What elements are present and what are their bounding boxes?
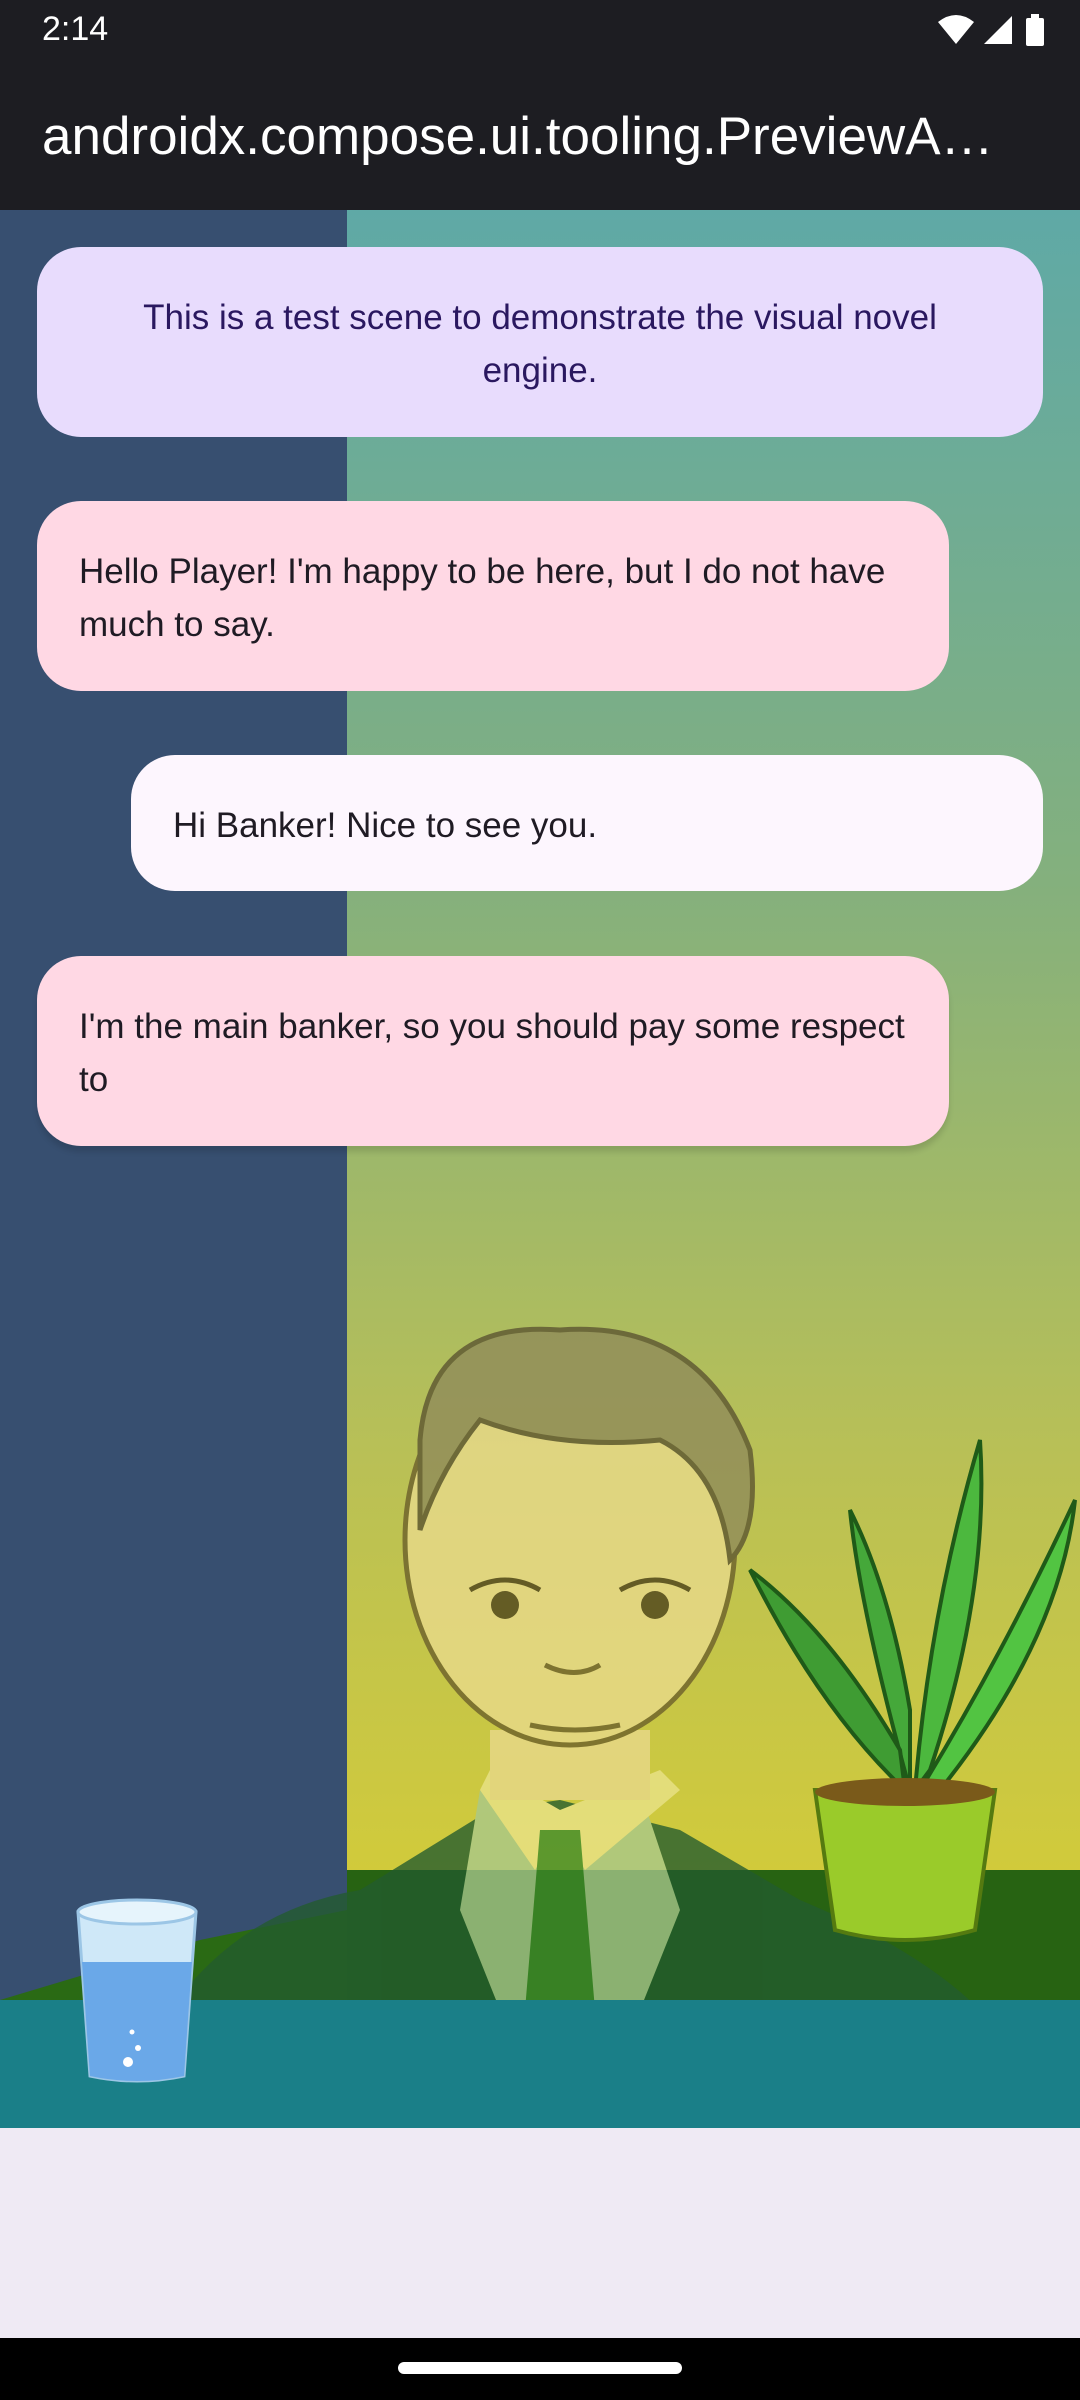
app-title: androidx.compose.ui.tooling.PreviewA… bbox=[42, 107, 994, 166]
banker-message-typing: I'm the main banker, so you should pay s… bbox=[37, 956, 949, 1146]
status-time: 2:14 bbox=[42, 10, 109, 48]
player-message: Hi Banker! Nice to see you. bbox=[131, 755, 1043, 891]
cellular-signal-icon bbox=[984, 16, 1012, 44]
banker-message: Hello Player! I'm happy to be here, but … bbox=[37, 501, 949, 691]
battery-icon bbox=[1026, 14, 1044, 46]
status-icons bbox=[936, 12, 1046, 48]
bottom-empty-area bbox=[0, 2128, 1080, 2338]
scene-background bbox=[0, 210, 1080, 2128]
app-bar: androidx.compose.ui.tooling.PreviewA… bbox=[0, 60, 1080, 210]
gesture-handle[interactable] bbox=[398, 2362, 682, 2374]
navigation-bar bbox=[0, 2338, 1080, 2400]
narrator-message: This is a test scene to demonstrate the … bbox=[37, 247, 1043, 437]
wifi-icon bbox=[938, 15, 974, 44]
visual-novel-scene[interactable]: This is a test scene to demonstrate the … bbox=[0, 210, 1080, 2128]
water-glass bbox=[76, 1898, 198, 2083]
status-bar: 2:14 bbox=[0, 0, 1080, 60]
